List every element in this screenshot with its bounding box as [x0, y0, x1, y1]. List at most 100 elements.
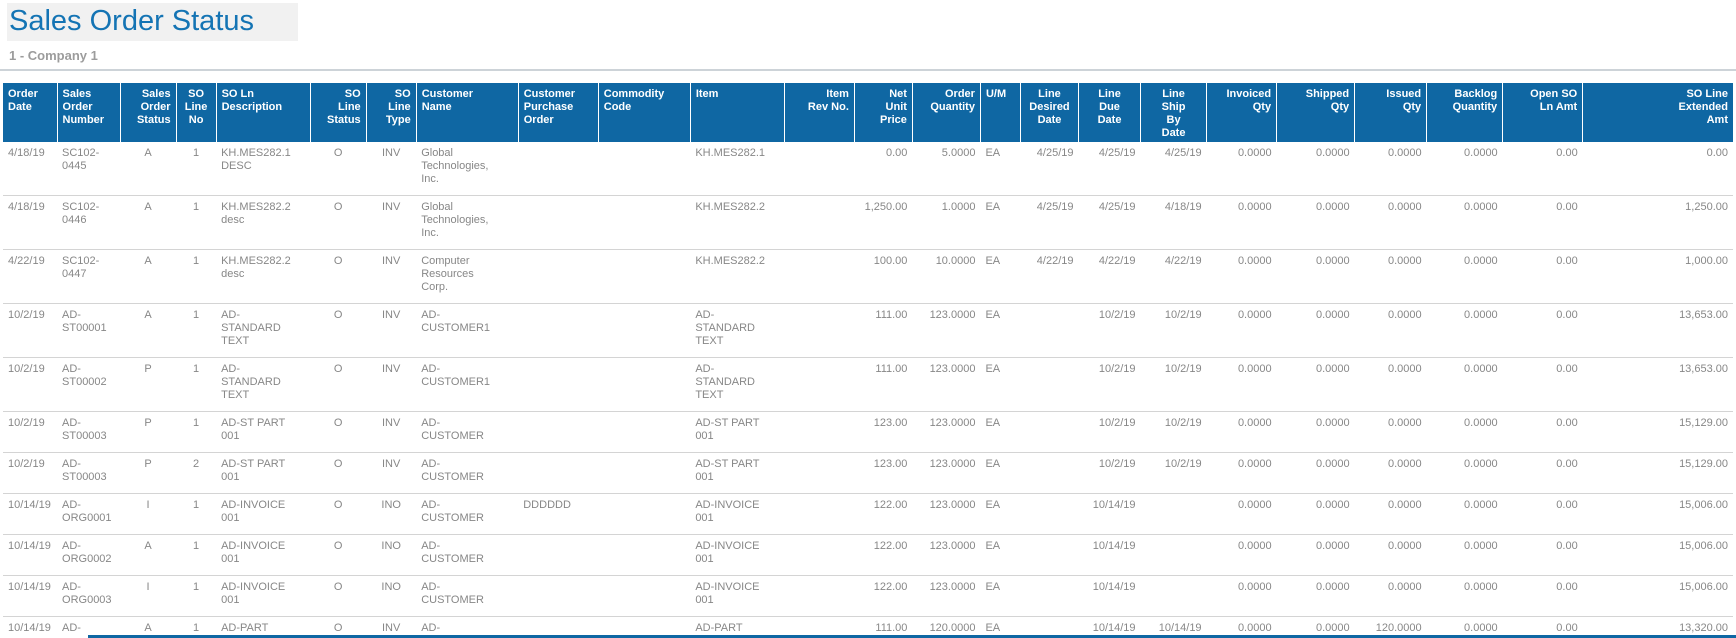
cell-open_so_ln_amt: 0.00	[1503, 304, 1583, 358]
cell-so_line_no: 1	[176, 358, 216, 412]
cell-sales_order_status: A	[120, 142, 176, 196]
cell-net_unit_price: 111.00	[854, 304, 912, 358]
cell-line_ship_by_date	[1141, 494, 1207, 535]
cell-order_date: 10/2/19	[3, 358, 57, 412]
cell-so_line_no: 1	[176, 196, 216, 250]
cell-so_line_status: O	[310, 494, 366, 535]
cell-shipped_qty: 0.0000	[1277, 535, 1355, 576]
cell-customer_name: AD- CUSTOMER	[416, 412, 518, 453]
cell-line_due_date: 4/22/19	[1079, 250, 1141, 304]
cell-sales_order_status: I	[120, 576, 176, 617]
cell-commodity_code	[598, 494, 690, 535]
cell-so_line_no: 1	[176, 576, 216, 617]
column-header-shipped_qty: Shipped Qty	[1277, 83, 1355, 142]
cell-item: AD-INVOICE 001	[690, 494, 784, 535]
cell-sales_order_status: P	[120, 358, 176, 412]
cell-commodity_code	[598, 304, 690, 358]
cell-so_line_type: INV	[366, 304, 416, 358]
column-header-line_ship_by_date: Line Ship By Date	[1141, 83, 1207, 142]
cell-sales_order_number: AD- ORG0003	[57, 576, 120, 617]
cell-net_unit_price: 111.00	[854, 358, 912, 412]
cell-order_date: 10/14/19	[3, 576, 57, 617]
cell-line_due_date: 4/25/19	[1079, 196, 1141, 250]
cell-so_line_status: O	[310, 196, 366, 250]
cell-line_desired_date	[1020, 412, 1078, 453]
cell-invoiced_qty: 0.0000	[1207, 196, 1277, 250]
cell-line_due_date: 4/25/19	[1079, 142, 1141, 196]
cell-customer_name: Global Technologies, Inc.	[416, 196, 518, 250]
cell-item: KH.MES282.1	[690, 142, 784, 196]
cell-so_line_no: 1	[176, 142, 216, 196]
cell-shipped_qty: 0.0000	[1277, 196, 1355, 250]
cell-sales_order_number: AD- ORG0002	[57, 535, 120, 576]
header-divider	[0, 69, 1736, 71]
cell-shipped_qty: 0.0000	[1277, 304, 1355, 358]
cell-customer_purchase_order: DDDDDD	[518, 494, 598, 535]
cell-line_desired_date	[1020, 535, 1078, 576]
cell-so_line_extended_amt: 13,653.00	[1583, 304, 1733, 358]
column-header-item_rev_no: Item Rev No.	[784, 83, 854, 142]
table-header: Order DateSales Order NumberSales Order …	[3, 83, 1733, 142]
cell-customer_purchase_order	[518, 358, 598, 412]
cell-item: KH.MES282.2	[690, 196, 784, 250]
cell-backlog_quantity: 0.0000	[1427, 576, 1503, 617]
cell-commodity_code	[598, 412, 690, 453]
column-header-line_due_date: Line Due Date	[1079, 83, 1141, 142]
cell-net_unit_price: 123.00	[854, 412, 912, 453]
cell-open_so_ln_amt: 0.00	[1503, 535, 1583, 576]
table-row: 4/22/19SC102- 0447A1KH.MES282.2 descOINV…	[3, 250, 1733, 304]
cell-so_line_type: INV	[366, 196, 416, 250]
cell-line_ship_by_date: 4/18/19	[1141, 196, 1207, 250]
column-header-item: Item	[690, 83, 784, 142]
cell-so_line_status: O	[310, 358, 366, 412]
cell-so_line_status: O	[310, 304, 366, 358]
cell-order_date: 4/22/19	[3, 250, 57, 304]
cell-commodity_code	[598, 576, 690, 617]
cell-line_ship_by_date: 4/25/19	[1141, 142, 1207, 196]
cell-so_ln_description: AD- STANDARD TEXT	[216, 358, 310, 412]
cell-open_so_ln_amt: 0.00	[1503, 412, 1583, 453]
cell-order_date: 4/18/19	[3, 142, 57, 196]
cell-so_line_type: INV	[366, 250, 416, 304]
cell-order_quantity: 10.0000	[912, 250, 980, 304]
cell-so_line_type: INO	[366, 535, 416, 576]
cell-backlog_quantity: 0.0000	[1427, 358, 1503, 412]
table-row: 10/2/19AD- ST00003P1AD-ST PART 001OINVAD…	[3, 412, 1733, 453]
cell-commodity_code	[598, 535, 690, 576]
cell-customer_name: AD- CUSTOMER1	[416, 358, 518, 412]
table-row: 10/14/19AD- ORG0002A1AD-INVOICE 001OINOA…	[3, 535, 1733, 576]
cell-shipped_qty: 0.0000	[1277, 250, 1355, 304]
cell-um: EA	[980, 196, 1020, 250]
cell-invoiced_qty: 0.0000	[1207, 494, 1277, 535]
cell-backlog_quantity: 0.0000	[1427, 535, 1503, 576]
cell-customer_purchase_order	[518, 453, 598, 494]
cell-so_line_status: O	[310, 453, 366, 494]
cell-um: EA	[980, 576, 1020, 617]
cell-item_rev_no	[784, 412, 854, 453]
cell-open_so_ln_amt: 0.00	[1503, 453, 1583, 494]
cell-customer_name: AD- CUSTOMER1	[416, 304, 518, 358]
cell-sales_order_number: SC102- 0447	[57, 250, 120, 304]
cell-order_date: 10/14/19	[3, 535, 57, 576]
cell-shipped_qty: 0.0000	[1277, 412, 1355, 453]
company-subtitle: 1 - Company 1	[9, 48, 1736, 63]
cell-line_desired_date	[1020, 453, 1078, 494]
cell-shipped_qty: 0.0000	[1277, 576, 1355, 617]
cell-sales_order_status: A	[120, 196, 176, 250]
column-header-sales_order_number: Sales Order Number	[57, 83, 120, 142]
cell-so_line_status: O	[310, 250, 366, 304]
cell-customer_purchase_order	[518, 250, 598, 304]
cell-net_unit_price: 122.00	[854, 535, 912, 576]
cell-line_desired_date	[1020, 576, 1078, 617]
cell-um: EA	[980, 250, 1020, 304]
cell-so_ln_description: KH.MES282.1 DESC	[216, 142, 310, 196]
cell-backlog_quantity: 0.0000	[1427, 494, 1503, 535]
cell-so_line_status: O	[310, 576, 366, 617]
cell-so_ln_description: KH.MES282.2 desc	[216, 196, 310, 250]
cell-sales_order_number: AD- ST00001	[57, 304, 120, 358]
cell-sales_order_status: A	[120, 535, 176, 576]
cell-commodity_code	[598, 453, 690, 494]
cell-issued_qty: 0.0000	[1355, 196, 1427, 250]
cell-line_due_date: 10/2/19	[1079, 304, 1141, 358]
cell-order_quantity: 123.0000	[912, 535, 980, 576]
